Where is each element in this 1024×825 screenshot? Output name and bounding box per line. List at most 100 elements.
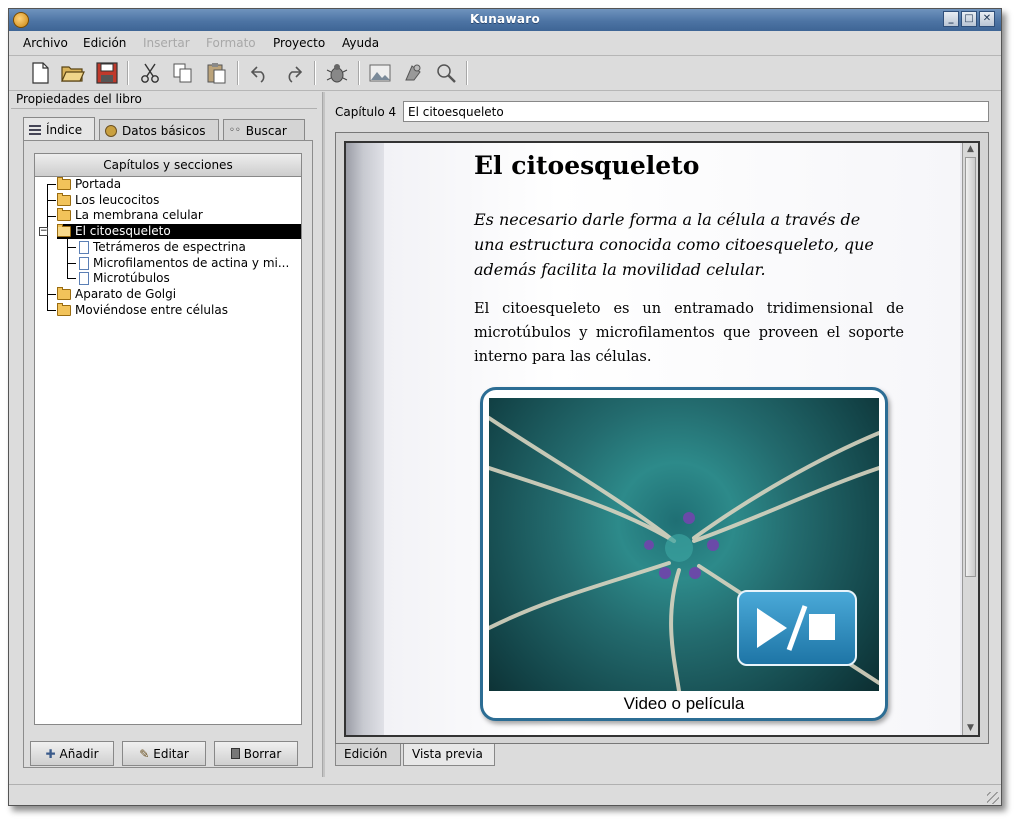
tree-line <box>47 200 56 201</box>
tab-indice[interactable]: Índice <box>23 117 95 141</box>
search-media-icon[interactable] <box>433 60 459 86</box>
window-title: Kunawaro <box>469 12 541 26</box>
chapter-title-input[interactable] <box>403 101 989 122</box>
media-caption: Video o película <box>623 694 745 713</box>
page-body: El citoesqueleto es un entramado tridime… <box>474 301 904 365</box>
tree-line <box>47 184 56 185</box>
scrollbar-thumb[interactable] <box>965 157 976 577</box>
book-properties-header: Propiedades del libro <box>11 92 317 109</box>
menu-archivo[interactable]: Archivo <box>23 36 68 50</box>
page-icon <box>79 257 89 270</box>
undo-icon[interactable] <box>247 60 273 86</box>
tab-vista-previa[interactable]: Vista previa <box>403 744 495 766</box>
tree-item-golgi[interactable]: Aparato de Golgi <box>57 287 176 302</box>
tree-item-moviendose[interactable]: Moviéndose entre células <box>57 303 228 318</box>
chapter-number-label: Capítulo 4 <box>335 105 397 119</box>
add-button[interactable]: ✚ Añadir <box>30 741 114 766</box>
edit-button[interactable]: ✎ Editar <box>122 741 206 766</box>
paste-icon[interactable] <box>203 60 229 86</box>
play-stop-icon[interactable] <box>737 590 857 666</box>
tree-item-microtubulos[interactable]: Microtúbulos <box>79 271 170 286</box>
page-heading: El citoesqueleto <box>474 151 700 180</box>
menu-bar: Archivo Edición Insertar Formato Proyect… <box>9 31 1001 56</box>
tree-line <box>47 294 56 295</box>
folder-icon <box>57 193 71 206</box>
maximize-icon[interactable]: □ <box>961 11 977 27</box>
tree-item-label: Moviéndose entre células <box>75 303 228 317</box>
tree-item-label: Portada <box>75 177 122 191</box>
folder-icon <box>57 177 71 190</box>
tree-item-citoesqueleto[interactable]: El citoesqueleto <box>57 224 301 239</box>
tree-item-microfilamentos[interactable]: Microfilamentos de actina y mi... <box>79 256 289 271</box>
list-icon <box>29 124 41 135</box>
info-icon <box>105 124 117 137</box>
toolbar-separator <box>358 61 359 85</box>
menu-formato: Formato <box>206 36 256 50</box>
folder-open-icon <box>57 224 71 237</box>
tab-edicion[interactable]: Edición <box>335 744 401 766</box>
tree-line <box>67 247 76 248</box>
tree-item-label: El citoesqueleto <box>75 224 171 238</box>
book-spine <box>346 143 384 735</box>
index-panel: Capítulos y secciones Portada Los leucoc… <box>23 140 313 768</box>
scroll-up-icon[interactable]: ▲ <box>964 143 977 156</box>
preview-panel: El citoesqueleto Es necesario darle form… <box>335 132 989 744</box>
tree-line <box>47 184 48 310</box>
tree-item-portada[interactable]: Portada <box>57 177 121 192</box>
resize-grip-icon[interactable] <box>987 792 999 804</box>
folder-icon <box>57 287 71 300</box>
redo-icon[interactable] <box>280 60 306 86</box>
tree-item-leucocitos[interactable]: Los leucocitos <box>57 193 159 208</box>
toolbar-separator <box>237 61 238 85</box>
page-intro: Es necesario darle forma a la célula a t… <box>474 210 874 279</box>
tree-column-header[interactable]: Capítulos y secciones <box>35 154 301 177</box>
tab-buscar[interactable]: ◦◦ Buscar <box>223 119 305 141</box>
media-frame[interactable]: Video o película <box>480 387 888 721</box>
plus-icon: ✚ <box>45 746 56 761</box>
tree-line <box>67 263 76 264</box>
folder-icon <box>57 208 71 221</box>
minimize-icon[interactable]: _ <box>943 11 959 27</box>
tree-item-label: Tetrámeros de espectrina <box>93 240 246 254</box>
scroll-down-icon[interactable]: ▼ <box>964 722 977 735</box>
collapse-expander-icon[interactable]: − <box>39 227 48 236</box>
tree-line <box>47 216 56 217</box>
tree-line <box>67 238 68 278</box>
delete-button[interactable]: Borrar <box>214 741 298 766</box>
chapter-tree[interactable]: Capítulos y secciones Portada Los leucoc… <box>34 153 302 725</box>
pencil-icon: ✎ <box>139 746 150 761</box>
menu-edicion[interactable]: Edición <box>83 36 126 50</box>
copy-icon[interactable] <box>170 60 196 86</box>
cut-icon[interactable] <box>137 60 163 86</box>
folder-icon <box>57 303 71 316</box>
tree-item-label: Microtúbulos <box>93 271 170 285</box>
tree-line <box>47 310 56 311</box>
menu-ayuda[interactable]: Ayuda <box>342 36 379 50</box>
preview-viewport[interactable]: El citoesqueleto Es necesario darle form… <box>344 141 980 737</box>
tree-line <box>67 278 76 279</box>
save-icon[interactable] <box>94 60 120 86</box>
edit-button-label: Editar <box>153 746 189 761</box>
trash-icon <box>230 748 240 759</box>
preview-scrollbar[interactable]: ▲ ▼ <box>962 143 978 735</box>
panel-splitter[interactable] <box>322 92 325 777</box>
title-bar[interactable]: Kunawaro _ □ ✕ <box>9 9 1001 31</box>
new-file-icon[interactable] <box>27 60 53 86</box>
delete-button-label: Borrar <box>243 746 282 761</box>
menu-insertar: Insertar <box>143 36 190 50</box>
menu-proyecto[interactable]: Proyecto <box>273 36 325 50</box>
open-folder-icon[interactable] <box>60 60 86 86</box>
insert-object-icon[interactable] <box>400 60 426 86</box>
toolbar <box>9 56 1001 91</box>
page-icon <box>79 241 89 254</box>
close-icon[interactable]: ✕ <box>979 11 995 27</box>
tab-datos-basicos-label: Datos básicos <box>122 123 206 138</box>
insert-bug-icon[interactable] <box>324 60 350 86</box>
tree-item-membrana[interactable]: La membrana celular <box>57 208 203 223</box>
insert-image-icon[interactable] <box>367 60 393 86</box>
book-page: El citoesqueleto Es necesario darle form… <box>384 143 960 735</box>
tab-buscar-label: Buscar <box>245 123 287 138</box>
tab-datos-basicos[interactable]: Datos básicos <box>99 119 219 141</box>
tree-item-tetrameros[interactable]: Tetrámeros de espectrina <box>79 240 246 255</box>
page-icon <box>79 272 89 285</box>
